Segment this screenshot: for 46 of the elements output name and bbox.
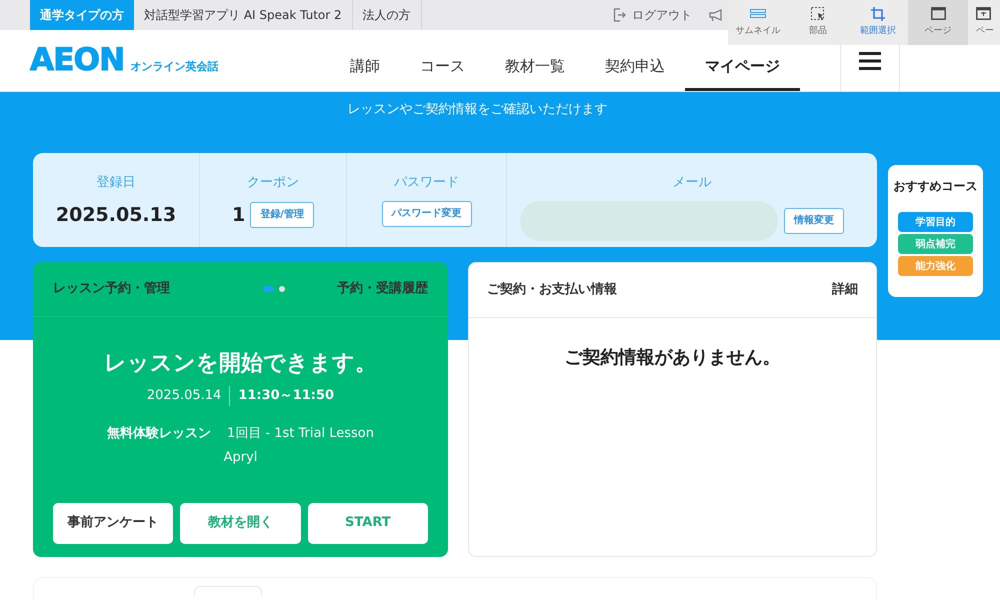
outline-button[interactable]: パスワード変更: [382, 200, 472, 226]
crop-icon: [871, 6, 885, 21]
nav-link[interactable]: 講師: [330, 45, 400, 91]
lesson-type: 無料体験レッスン: [107, 424, 212, 442]
action-button[interactable]: 教材を開く: [180, 502, 301, 544]
banner-text: レッスンやご契約情報をご確認いただけます: [346, 101, 608, 119]
card-title: レッスン予約・管理: [53, 280, 170, 298]
menu-icon[interactable]: [859, 52, 881, 70]
thumbnails-icon: [750, 8, 766, 19]
field-label: クーポン: [247, 174, 299, 192]
teacher-name: Apryl: [224, 449, 258, 467]
action-button[interactable]: 事前アンケート: [53, 502, 174, 544]
lesson-headline: レッスンを開始できます。: [104, 350, 377, 378]
logout-button[interactable]: ログアウト: [613, 0, 692, 30]
field-label: 登録日: [96, 174, 136, 192]
megaphone-icon[interactable]: [709, 9, 723, 22]
action-button[interactable]: START: [308, 502, 428, 544]
details-link[interactable]: 詳細: [832, 280, 858, 300]
field-label: パスワード: [394, 174, 459, 192]
tab-shape: [194, 586, 262, 596]
field-label: メール: [672, 174, 712, 192]
outline-button[interactable]: 情報変更: [784, 208, 844, 234]
nav-link[interactable]: 契約申込: [585, 45, 685, 91]
logout-icon: [613, 8, 626, 22]
logo-subtitle: オンライン英会話: [130, 58, 218, 74]
history-link[interactable]: 予約・受講履歴: [337, 279, 428, 299]
selection-icon: [811, 6, 825, 21]
coupon-count: 1: [232, 202, 246, 228]
lesson-time: 11:30～11:50: [237, 387, 334, 405]
card-title: ご契約・お支払い情報: [487, 281, 617, 300]
lesson-date: 2025.05.14: [146, 386, 230, 406]
panel-title: おすすめコース: [894, 178, 978, 195]
window-icon: [930, 7, 946, 20]
top-tab[interactable]: 対話型学習アプリ AI Speak Tutor 2: [134, 0, 353, 30]
top-tab[interactable]: 法人の方: [352, 0, 422, 30]
lesson-name: 1回目 - 1st Trial Lesson: [227, 424, 374, 442]
course-button[interactable]: 学習目的: [898, 212, 973, 232]
logo-wordmark[interactable]: AEON: [30, 45, 124, 76]
outline-button[interactable]: 登録/管理: [250, 202, 314, 228]
top-tab[interactable]: 通学タイプの方: [30, 0, 134, 30]
nav-link[interactable]: 教材一覧: [485, 45, 585, 91]
registration-date: 2025.05.13: [56, 202, 176, 228]
empty-message: ご契約情報がありません。: [564, 346, 782, 370]
nav-link[interactable]: コース: [400, 45, 485, 91]
window-icon: [976, 7, 991, 20]
toolbar-button[interactable]: ページ: [908, 0, 968, 45]
